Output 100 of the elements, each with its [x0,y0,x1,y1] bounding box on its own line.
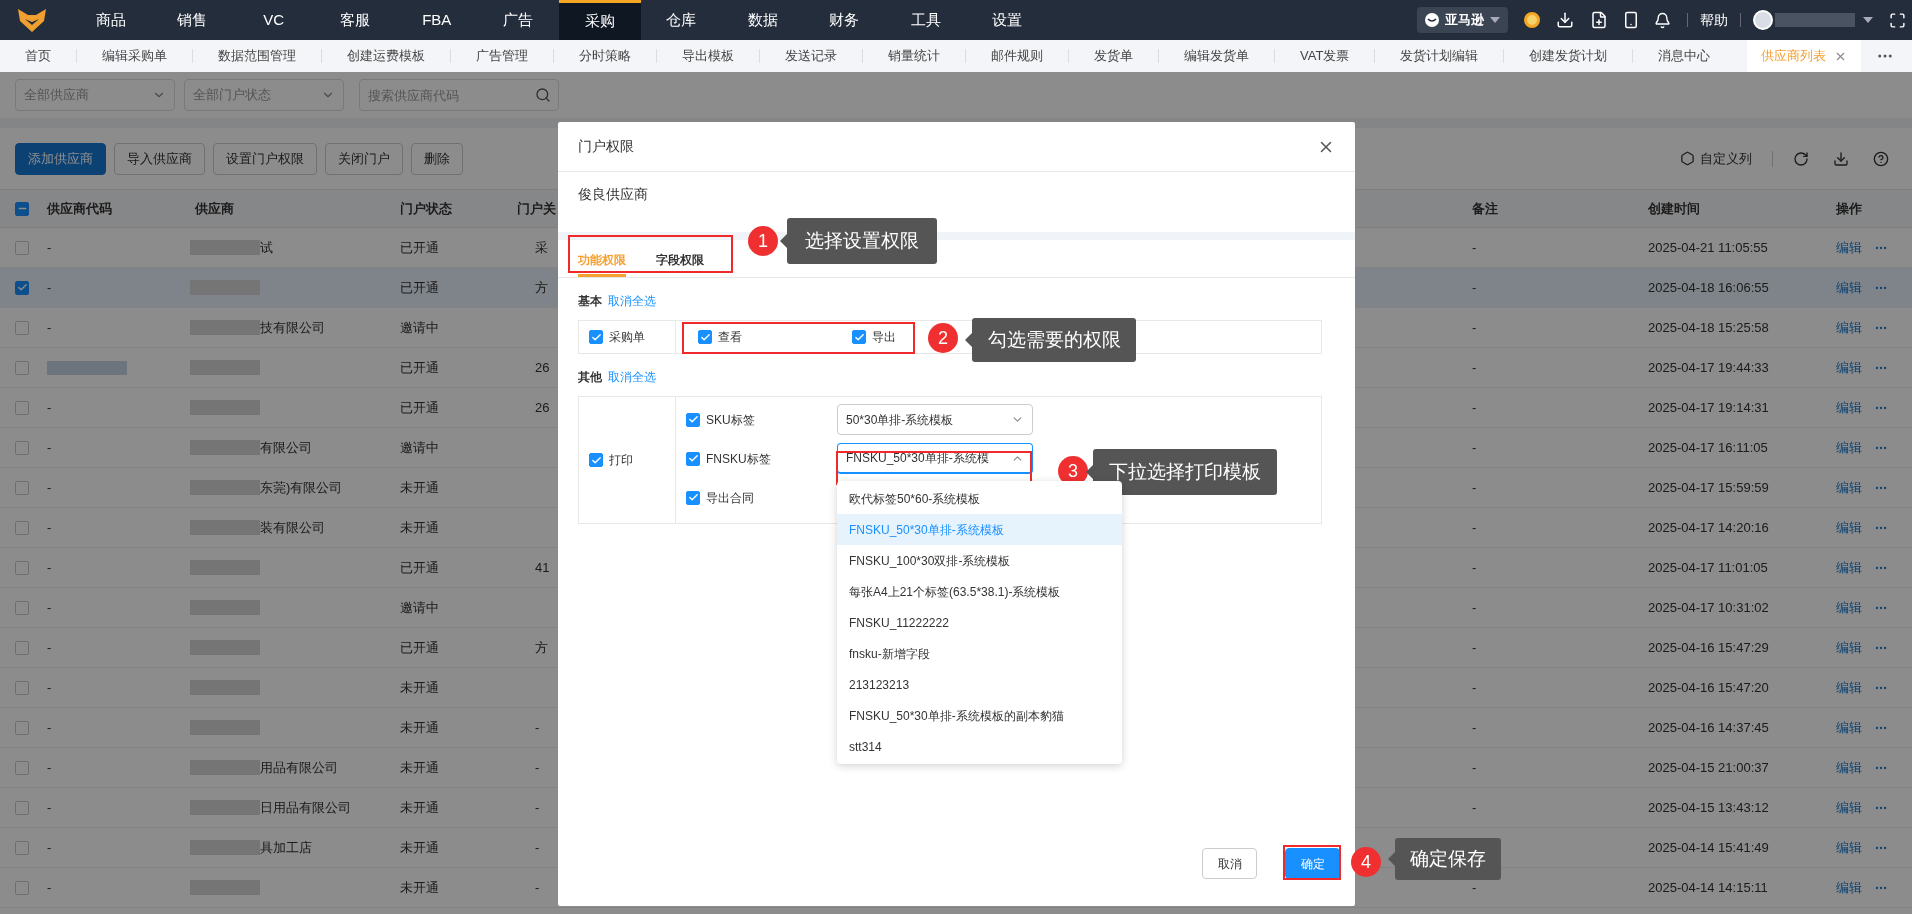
table-cell-text: - [47,838,52,857]
table-cell: 2025-04-18 16:06:55 [1648,279,1769,295]
table-cell: 已开通 [400,279,439,295]
table-cell: - [1472,639,1477,655]
table-cell: 未开通 [400,519,439,535]
column-header: 操作 [1836,200,1862,216]
checkbox-label: 采购单 [609,329,645,346]
section-title: 基本 [578,293,602,310]
table-cell: - [535,719,540,735]
table-cell: 已开通 [400,559,439,575]
callout-tooltip: 选择设置权限 [787,218,937,264]
table-cell: 未开通 [400,839,439,855]
table-cell: 2025-04-17 11:01:05 [1648,559,1768,575]
table-cell: 已开通 [400,359,439,375]
table-cell: - [535,759,540,775]
checkbox-label: FNSKU标签 [706,450,771,468]
checkbox-label: 查看 [718,329,742,346]
dialog-title: 门户权限 [578,137,634,156]
table-cell-text: 日用品有限公司 [260,798,351,817]
table-cell-text: - [47,678,52,697]
checkbox-label: 打印 [609,452,633,469]
table-cell: - [535,879,540,895]
table-cell-text: - [47,558,52,577]
table-cell-text: - [47,878,52,897]
table-cell: 2025-04-14 15:41:49 [1648,839,1769,855]
checkbox-label: 导出合同 [706,489,754,507]
table-cell: 2025-04-15 13:43:12 [1648,799,1769,815]
table-cell: 2025-04-16 15:47:20 [1648,679,1769,695]
table-cell-text: 装有限公司 [260,518,325,537]
table-cell-text: - [47,798,52,817]
column-header: 门户关 [517,200,556,216]
table-cell-text: 东莞)有限公司 [260,478,343,497]
table-cell: - [1472,399,1477,415]
table-cell: 2025-04-14 14:15:11 [1648,879,1768,895]
table-cell: 方 [535,279,548,295]
checkbox-label: SKU标签 [706,411,755,429]
table-cell: - [535,839,540,855]
table-cell: - [1472,279,1477,295]
table-cell: 已开通 [400,239,439,255]
callout-tooltip: 确定保存 [1395,838,1501,880]
table-cell: 2025-04-17 14:20:16 [1648,519,1769,535]
table-cell-text: 有限公司 [260,438,312,457]
table-cell: 2025-04-15 21:00:37 [1648,759,1769,775]
table-cell-text: 技有限公司 [260,318,325,337]
table-cell-text: - [47,718,52,737]
table-cell: 未开通 [400,679,439,695]
table-cell: - [1472,599,1477,615]
table-cell-text: - [47,318,52,337]
table-cell: 2025-04-21 11:05:55 [1648,239,1768,255]
table-cell: 已开通 [400,639,439,655]
column-header: 门户状态 [400,200,452,216]
column-header: 供应商 [195,200,234,216]
table-cell: - [1472,359,1477,375]
table-cell: - [1472,559,1477,575]
table-cell: 2025-04-17 19:44:33 [1648,359,1769,375]
table-cell: - [1472,719,1477,735]
table-cell-text: 用品有限公司 [260,758,338,777]
table-cell: 2025-04-16 14:37:45 [1648,719,1769,735]
table-cell: 未开通 [400,799,439,815]
table-cell-text: - [47,638,52,657]
table-cell-text: - [47,278,52,297]
table-cell: - [1472,439,1477,455]
table-cell: 2025-04-17 19:14:31 [1648,399,1769,415]
table-cell: 41 [535,559,550,575]
table-cell: - [1472,759,1477,775]
checkbox-label: 导出 [872,329,896,346]
table-cell-text: - [47,518,52,537]
column-header: 供应商代码 [47,200,112,216]
table-cell-text: - [47,598,52,617]
table-cell: 26 [535,359,550,375]
table-cell: - [1472,319,1477,335]
table-cell: 2025-04-17 16:11:05 [1648,439,1768,455]
table-cell-text: - [47,238,52,257]
column-header: 创建时间 [1648,200,1700,216]
table-cell: 采 [535,239,548,255]
table-cell: 未开通 [400,719,439,735]
table-cell-text: - [47,398,52,417]
table-cell: 未开通 [400,759,439,775]
table-cell: - [1472,879,1477,895]
column-header: 备注 [1472,200,1498,216]
table-cell: 未开通 [400,479,439,495]
table-cell: 已开通 [400,399,439,415]
callout-tooltip: 下拉选择打印模板 [1093,449,1277,495]
table-cell: 2025-04-16 15:47:29 [1648,639,1769,655]
table-cell-text: - [47,478,52,497]
table-cell-text: 试 [260,238,273,257]
table-cell: - [1472,519,1477,535]
table-cell: - [1472,479,1477,495]
table-cell: - [1472,799,1477,815]
table-cell: 邀请中 [400,319,439,335]
supplier-name: 俊良供应商 [578,186,648,202]
table-cell: - [1472,239,1477,255]
table-cell: - [535,799,540,815]
callout-tooltip: 勾选需要的权限 [972,318,1136,362]
table-cell: 邀请中 [400,439,439,455]
table-cell: 2025-04-18 15:25:58 [1648,319,1769,335]
table-cell: - [1472,679,1477,695]
table-cell: 方 [535,639,548,655]
table-cell: 邀请中 [400,599,439,615]
table-cell-text: 具加工店 [260,838,312,857]
